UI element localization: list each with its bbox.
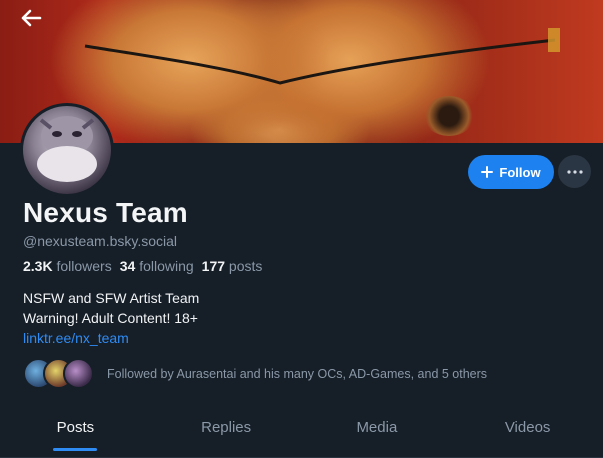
posts-count: 177 bbox=[201, 258, 226, 274]
tab-replies[interactable]: Replies bbox=[151, 408, 302, 457]
banner-artwork bbox=[84, 28, 560, 85]
followers-count: 2.3K bbox=[23, 258, 53, 274]
tab-media[interactable]: Media bbox=[302, 408, 453, 457]
tab-videos[interactable]: Videos bbox=[452, 408, 603, 457]
bio-link[interactable]: linktr.ee/nx_team bbox=[23, 330, 129, 346]
following-label: following bbox=[139, 258, 194, 274]
plus-icon bbox=[481, 166, 494, 178]
tab-label: Videos bbox=[504, 419, 551, 436]
followed-by-row[interactable]: Followed by Aurasentai and his many OCs,… bbox=[23, 358, 487, 389]
tab-posts[interactable]: Posts bbox=[0, 408, 151, 457]
active-tab-indicator bbox=[53, 448, 98, 451]
banner-detail bbox=[423, 96, 475, 136]
handle: @nexusteam.bsky.social bbox=[23, 233, 178, 249]
followers-stat[interactable]: 2.3K followers bbox=[23, 258, 112, 274]
posts-label: posts bbox=[228, 258, 263, 274]
ellipsis-icon bbox=[566, 169, 583, 174]
followed-by-text: Followed by Aurasentai and his many OCs,… bbox=[107, 366, 488, 381]
tab-label: Replies bbox=[201, 419, 252, 436]
following-stat[interactable]: 34 following bbox=[120, 258, 194, 274]
bio-line: Warning! Adult Content! 18+ bbox=[23, 310, 198, 326]
follow-button[interactable]: Follow bbox=[468, 155, 554, 189]
tab-label: Media bbox=[356, 419, 398, 436]
posts-stat: 177 posts bbox=[202, 258, 263, 274]
avatar-artwork bbox=[37, 116, 97, 182]
bio: NSFW and SFW Artist Team Warning! Adult … bbox=[23, 288, 199, 348]
bio-line: NSFW and SFW Artist Team bbox=[23, 290, 200, 306]
profile-tabs: Posts Replies Media Videos bbox=[0, 408, 603, 458]
profile-stats: 2.3K followers 34 following 177 posts bbox=[23, 258, 262, 274]
arrow-left-icon bbox=[21, 9, 42, 27]
tab-label: Posts bbox=[56, 419, 95, 436]
following-count: 34 bbox=[119, 258, 136, 274]
follower-avatar bbox=[63, 358, 94, 389]
follow-label: Follow bbox=[499, 164, 541, 180]
back-button[interactable] bbox=[14, 4, 48, 32]
more-options-button[interactable] bbox=[558, 155, 591, 188]
display-name: Nexus Team bbox=[23, 197, 188, 228]
followers-label: followers bbox=[56, 258, 112, 274]
avatar[interactable] bbox=[20, 103, 114, 197]
